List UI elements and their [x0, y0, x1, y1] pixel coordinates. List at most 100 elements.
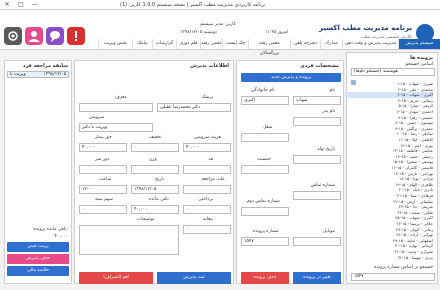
remain-label: باقی مانده [149, 197, 169, 202]
mobile-label: موبایل [322, 229, 335, 234]
cancel-button[interactable]: لغو (انصراف) [79, 272, 153, 284]
tab-sms[interactable]: پیامک [132, 39, 152, 49]
current-date: دوشنبه ۱۳۹۸/۱۲/۰۵ [180, 30, 217, 35]
settings-icon[interactable] [4, 27, 22, 45]
referrer-label: معرف [115, 95, 127, 100]
users-icon[interactable] [25, 27, 43, 45]
tab-history[interactable]: معمی رفته [200, 39, 222, 49]
title-bar: برنامه کاربردی مدیریت مطب اکسیر | نسخه س… [0, 0, 440, 10]
chat-icon[interactable] [46, 27, 64, 45]
search-input[interactable]: هوشمند (جستجو نام‌ها) [351, 68, 435, 76]
weight-label: وزن [149, 157, 157, 162]
file-search-input[interactable]: ۱۵۴۷ [351, 273, 435, 281]
delete-reception-button[interactable]: حذف پذیرش [7, 254, 69, 264]
files-sidebar: پرونده ها اسامی جستجو هوشمند (جستجو نام‌… [345, 52, 438, 284]
history-panel: سابقه مراجعه فرد ویزیت با ۱۳۹۸/۱۲/۰۵ باق… [4, 60, 72, 284]
new-file-button[interactable]: پرونده و پذیرش جدید [241, 73, 341, 82]
tab-documents[interactable]: مدارک [320, 39, 342, 49]
tab-reception[interactable]: سیستم پذیرش [398, 39, 440, 49]
head-circ-field[interactable] [79, 165, 127, 174]
notes-label: توضیحات [137, 217, 155, 222]
tab-visit[interactable]: بخش ویزیت [98, 39, 132, 49]
main-tabs: سیستم پذیرش مدیریت پذیرش و وقت دهی مدارک… [98, 39, 440, 56]
tab-checklist[interactable]: چک لیست [222, 39, 248, 49]
reception-title: اطلاعات پذیرش [190, 63, 229, 69]
gender-select[interactable] [241, 165, 289, 174]
file-list-item[interactable]: ۳۲-۱۵ - یزدی - مهسا [345, 255, 433, 261]
weight-field[interactable] [131, 165, 179, 174]
paid-label: پرداختی [198, 197, 213, 202]
current-user: کاربر: مدیر سیستم [200, 22, 236, 27]
last-name-field[interactable]: اکبری [241, 96, 289, 105]
tab-adult-check[interactable]: معمی رفته بزرگسالان [248, 39, 290, 56]
history-title: سابقه مراجعه فرد [22, 63, 68, 69]
visit-time-field[interactable]: ۱۲:۰۰ [79, 185, 127, 194]
doctor-select[interactable]: دکتر محمدرضا عقیلی [157, 103, 231, 112]
visit-date-field[interactable]: ۱۳۹۸/۱۲/۰۵ [131, 185, 179, 194]
birth-date-field[interactable] [293, 155, 341, 164]
visit-time-label: ساعت [99, 177, 112, 182]
print-receipt-button[interactable]: پرینت قبض [7, 242, 69, 252]
service-cost-label: هزینه سرویس [194, 135, 221, 140]
mobile-field[interactable] [293, 237, 341, 246]
minimize-button[interactable]: — [28, 0, 42, 10]
first-name-label: نام [329, 88, 335, 93]
file-search-label: جستجو بر اساس شماره پرونده [374, 265, 433, 270]
maximize-button[interactable]: □ [14, 0, 28, 10]
height-field[interactable] [183, 165, 231, 174]
tab-embroidery[interactable]: قلم دوزی [176, 39, 200, 49]
personal-panel: مشخصات فردی پرونده و پذیرش جدید نام شهاب… [236, 60, 344, 284]
tab-reports[interactable]: گزارشات [152, 39, 176, 49]
reception-panel: اطلاعات پذیرش پزشک دکتر محمدرضا عقیلی مع… [74, 60, 234, 284]
personal-title: مشخصات فردی [300, 63, 339, 69]
advance-field[interactable]: ۰ [183, 225, 231, 234]
register-reception-button[interactable]: ثبت پذیرش [157, 272, 231, 284]
history-row[interactable]: ویزیت با ۱۳۹۸/۱۲/۰۵ [7, 71, 69, 78]
job-field[interactable] [241, 133, 289, 142]
gender-label: جنسیت [257, 157, 271, 162]
brand: برنامه مدیریت مطب اکسیر نگارش تخصصی مدیر… [319, 24, 412, 39]
father-name-label: نام پدر [322, 109, 335, 114]
paid-field[interactable]: ۰ [183, 205, 231, 214]
file-number-label: شماره پرونده [253, 229, 279, 234]
tab-phonebook[interactable]: دفترچه تلفن [290, 39, 320, 49]
file-number-field[interactable]: ۱۵۴۷ [241, 237, 289, 246]
last-name-label: نام خانوادگی [251, 88, 275, 93]
remain-field[interactable]: ۴۰,۰۰۰ [131, 205, 179, 214]
tab-appointments[interactable]: مدیریت پذیرش و وقت دهی [342, 39, 398, 49]
app-name: برنامه مدیریت مطب اکسیر [319, 24, 412, 32]
service-select[interactable]: ویزیت با دکتر [79, 123, 153, 132]
phone-field[interactable] [293, 191, 341, 200]
update-file-button[interactable]: تغییر در پرونده [293, 272, 341, 284]
notes-field[interactable] [79, 225, 179, 255]
advance-label: بیعانه [203, 217, 213, 222]
discount-field[interactable]: ۰ [131, 143, 179, 152]
history-row-value: ویزیت با [10, 72, 26, 77]
phone2-label: شماره تماس دوم [247, 199, 280, 204]
file-remain-label: باقی مانده پرونده: [33, 227, 68, 232]
doctor-label: پزشک [201, 95, 213, 100]
phone-label: شماره تماس [310, 183, 335, 188]
delete-file-button[interactable]: حذف پرونده [241, 272, 289, 284]
head-circ-label: دور سر [95, 157, 110, 162]
close-button[interactable]: ✕ [0, 0, 14, 10]
visit-cause-label: علت مراجعه [201, 177, 225, 182]
financial-summary-button[interactable]: خلاصه مالی [7, 266, 69, 276]
referrer-select[interactable] [79, 103, 153, 112]
insurance-share-label: سهم بیمه [95, 197, 113, 202]
discount-label: تخفیف [149, 135, 162, 140]
alert-icon[interactable] [67, 27, 85, 45]
visit-cause-field[interactable] [183, 185, 231, 194]
service-cost-field[interactable]: ۴۰,۰۰۰ [183, 143, 231, 152]
file-remain-value: ۴۰,۰۰۰ [54, 234, 68, 239]
insurance-share-field[interactable]: ۰ [79, 205, 127, 214]
phone2-field[interactable] [241, 207, 289, 216]
father-name-field[interactable] [293, 117, 341, 126]
service-label: سرویس [89, 115, 105, 120]
files-title: پرونده ها [410, 55, 433, 61]
visit-date-label: تاریخ [155, 177, 164, 182]
patient-share-label: حق بیمار [95, 135, 112, 140]
first-name-field[interactable]: شهاب [293, 96, 341, 105]
birth-date-label: تاریخ تولد [317, 147, 335, 152]
patient-share-field[interactable]: ۴۰,۰۰۰ [79, 143, 127, 152]
